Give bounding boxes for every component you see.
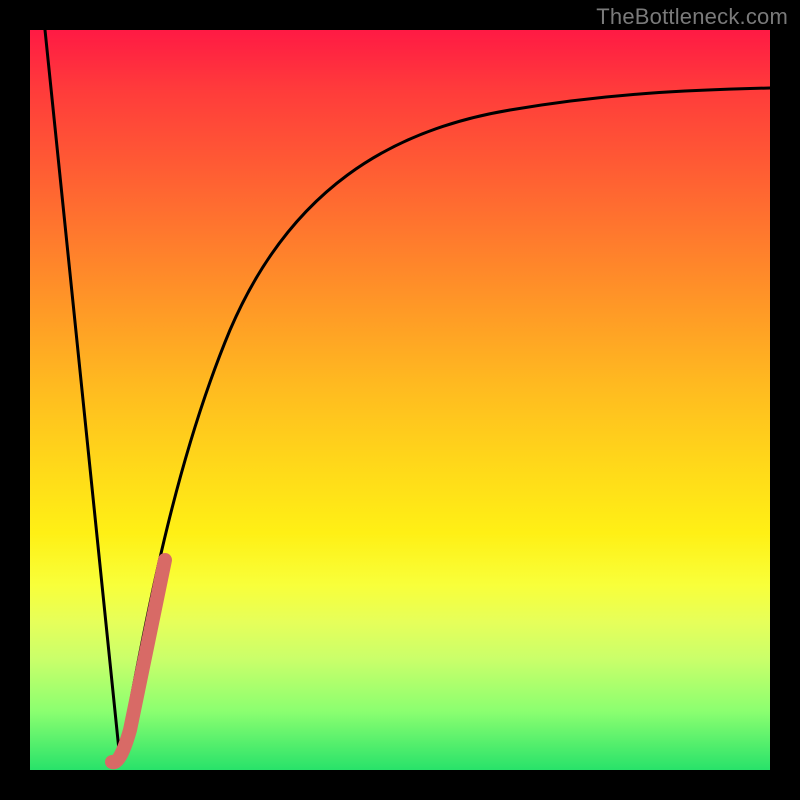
watermark-text: TheBottleneck.com	[596, 4, 788, 30]
chart-frame: TheBottleneck.com	[0, 0, 800, 800]
curve-right-asymptote	[120, 88, 770, 760]
curve-left-descent	[45, 30, 120, 760]
accent-segment	[112, 560, 165, 762]
curves-layer	[30, 30, 770, 770]
plot-area	[30, 30, 770, 770]
